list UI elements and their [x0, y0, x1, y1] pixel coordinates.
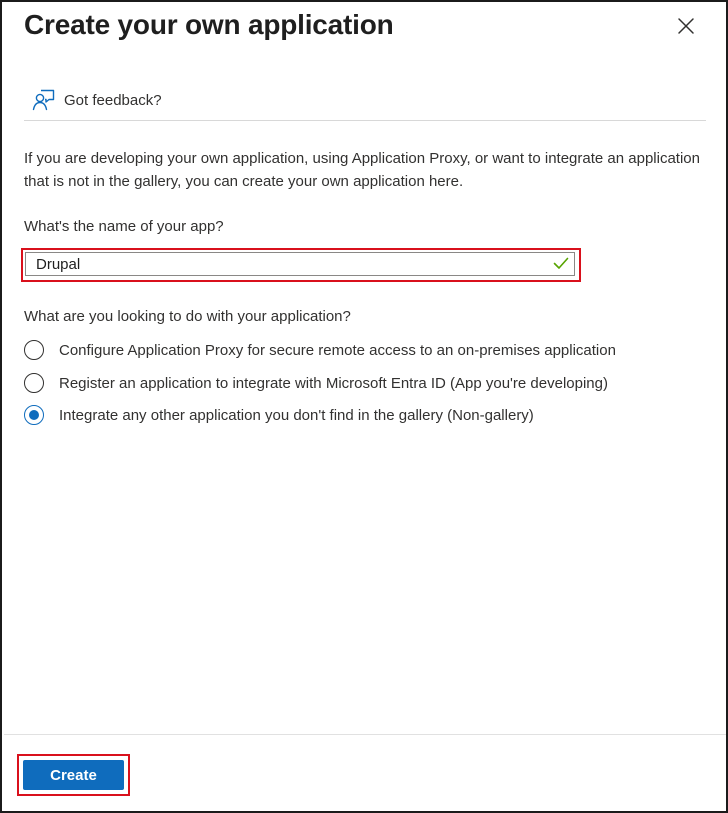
radio-option-register-app[interactable]: Register an application to integrate wit…	[24, 373, 608, 393]
radio-option-label: Register an application to integrate wit…	[59, 374, 608, 392]
feedback-link[interactable]: Got feedback?	[32, 88, 162, 112]
panel-description: If you are developing your own applicati…	[24, 150, 700, 190]
checkmark-icon	[553, 257, 569, 269]
create-button-highlight: Create	[17, 754, 130, 796]
app-name-label: What's the name of your app?	[24, 218, 224, 235]
close-button[interactable]	[672, 12, 700, 40]
radio-option-non-gallery[interactable]: Integrate any other application you don'…	[24, 405, 534, 425]
radio-button[interactable]	[24, 373, 44, 393]
radio-button-selected[interactable]	[24, 405, 44, 425]
close-icon	[678, 18, 694, 34]
purpose-question: What are you looking to do with your app…	[24, 308, 351, 325]
radio-option-label: Integrate any other application you don'…	[59, 406, 534, 424]
radio-option-label: Configure Application Proxy for secure r…	[59, 341, 616, 359]
feedback-label: Got feedback?	[64, 91, 162, 109]
header-divider	[24, 120, 706, 121]
footer-divider	[4, 734, 726, 735]
create-button[interactable]: Create	[23, 760, 124, 790]
panel-title: Create your own application	[24, 9, 394, 40]
radio-button[interactable]	[24, 340, 44, 360]
radio-option-app-proxy[interactable]: Configure Application Proxy for secure r…	[24, 340, 616, 360]
app-name-input[interactable]	[25, 252, 575, 276]
feedback-person-icon	[32, 89, 55, 111]
create-app-panel: Create your own application Got feedback…	[0, 0, 728, 813]
app-name-highlight	[21, 248, 581, 282]
